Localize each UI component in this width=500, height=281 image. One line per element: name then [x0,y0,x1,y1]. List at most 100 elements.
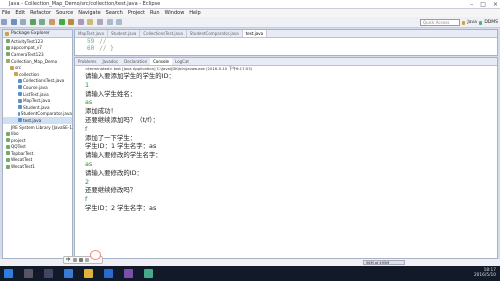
tree-item-label: ActivityTest123 [11,38,43,44]
tree-item[interactable]: StudentComparator.java [3,111,72,118]
menu-navigate[interactable]: Navigate [78,10,100,16]
menu-window[interactable]: Window [165,10,185,16]
tree-item[interactable]: WecatTest1 [3,163,72,170]
file-explorer-icon[interactable] [84,269,93,278]
console-output[interactable]: 请输入要添加学生的学生的ID： 1 请输入学生姓名： as 添加成功！ 还要继续添加吗？（… [75,72,497,213]
tree-item[interactable]: test.java [3,117,72,124]
menu-edit[interactable]: Edit [15,10,25,16]
editor-tab[interactable]: Student.java [108,30,141,37]
tree-item[interactable]: WecatTest [3,157,72,164]
menu-help[interactable]: Help [189,10,200,16]
tree-node-icon [10,65,14,70]
console-output-line: 学生ID：1 学生名字：as [85,142,157,151]
console-output-line: 学生ID：2 学生名字：as [85,203,157,212]
tree-item[interactable]: Course.java [3,84,72,91]
code-view[interactable]: 59 // 60 // } [75,38,497,52]
console-output-line: 添加成功！ [85,107,117,116]
back-icon[interactable] [106,19,113,25]
tree-item[interactable]: appcompat_v7 [3,45,72,52]
ime-logo-icon[interactable] [90,250,101,260]
editor-tab[interactable]: StudentComparator.java [187,30,243,37]
forward-icon[interactable] [116,19,123,25]
tree-item[interactable]: project [3,137,72,144]
clock-date: 2016/5/10 [473,273,496,278]
tree-item[interactable]: Collection_Map_Demo [3,58,72,65]
editor-area: MapTest.java Student.java CollectionsTest.… [74,29,498,56]
project-tree: ActivityTest123 appcompat_v7 CameraTest123… [3,38,78,170]
run-icon[interactable] [58,19,65,25]
heap-status[interactable]: 56M of 495M [363,260,405,265]
package-icon [5,31,9,36]
new-icon[interactable] [1,19,7,25]
avd-icon[interactable] [39,19,46,25]
panel-tab[interactable]: Problems [75,58,99,65]
close-button[interactable]: × [493,1,498,8]
tree-node-icon [18,92,22,97]
editor-tab[interactable]: test.java [242,30,268,37]
tree-item[interactable]: CollectionsTest.java [3,78,72,85]
android-sdk-icon[interactable] [29,19,36,25]
code-line: 59 // [75,38,497,45]
tree-item[interactable]: ActivityTest123 [3,38,72,45]
quick-access-input[interactable]: Quick Access [420,19,460,26]
ime-mode-label[interactable]: 中 [66,257,71,263]
editor-tab[interactable]: MapTest.java [75,30,108,37]
menu-file[interactable]: File [2,10,10,16]
minimize-button[interactable]: – [470,1,473,8]
tree-node-icon [18,105,22,110]
editor-tab[interactable]: CollectionsTest.java [140,30,187,37]
menu-project[interactable]: Project [128,10,145,16]
ddms-perspective-button[interactable]: DDMS [484,20,498,25]
tree-item[interactable]: Student.java [3,104,72,111]
tree-item-label: appcompat_v7 [11,45,42,51]
panel-tab[interactable]: LogCat [172,58,192,65]
panel-tab[interactable]: Declaration [121,58,150,65]
java-perspective-button[interactable]: Java [467,20,477,25]
store-icon[interactable] [104,269,113,278]
edge-icon[interactable] [64,269,73,278]
qq-icon[interactable] [144,269,153,278]
tree-item[interactable]: libo [3,130,72,137]
console-input-line: f [85,124,88,133]
print-icon[interactable] [20,19,27,25]
start-icon[interactable] [4,269,13,278]
menu-source[interactable]: Source [56,10,73,16]
tree-item[interactable]: TopbarTest [3,150,72,157]
tree-item-label: Collection_Map_Demo [11,58,58,64]
tree-item-label: libo [11,131,19,137]
ime-keyboard-icon[interactable] [78,258,83,262]
tree-item[interactable]: collection [3,71,72,78]
tree-item[interactable]: JRE System Library [JavaSE-1.7] [3,124,78,131]
menu-refactor[interactable]: Refactor [30,10,51,16]
open-type-icon[interactable] [87,19,94,25]
tree-node-icon [6,138,10,143]
package-explorer: Package Explorer ActivityTest123 appcompa… [2,29,78,259]
panel-tab[interactable]: Console [150,58,173,65]
external-tools-icon[interactable] [68,19,75,25]
new-class-icon[interactable] [77,19,84,25]
tree-item[interactable]: CameraTest123 [3,51,72,58]
menu-search[interactable]: Search [106,10,123,16]
tree-node-icon [6,52,10,57]
debug-icon[interactable] [48,19,55,25]
tree-item[interactable]: src [3,64,72,71]
search-icon[interactable] [96,19,103,25]
ime-punctuation-icon[interactable] [72,258,77,262]
clock[interactable]: 18:17 2016/5/10 [474,268,496,278]
tree-item[interactable]: MapTest.java [3,97,72,104]
tree-item[interactable]: QQTest [3,144,72,151]
ddms-perspective-icon [478,20,483,25]
eclipse-icon[interactable] [124,269,133,278]
tree-item[interactable]: ListTest.java [3,91,72,98]
menu-run[interactable]: Run [150,10,160,16]
package-explorer-title[interactable]: Package Explorer [11,31,50,36]
package-explorer-header: Package Explorer [3,30,72,38]
save-icon[interactable] [10,19,17,25]
task-view-icon[interactable] [44,269,53,278]
search-icon[interactable] [24,269,33,278]
maximize-button[interactable]: □ [480,1,486,8]
tree-node-icon [18,78,22,83]
console-view: Problems Javadoc Declaration Console LogCat … [74,57,498,259]
panel-tab[interactable]: Javadoc [99,58,121,65]
ime-settings-icon[interactable] [84,258,89,262]
